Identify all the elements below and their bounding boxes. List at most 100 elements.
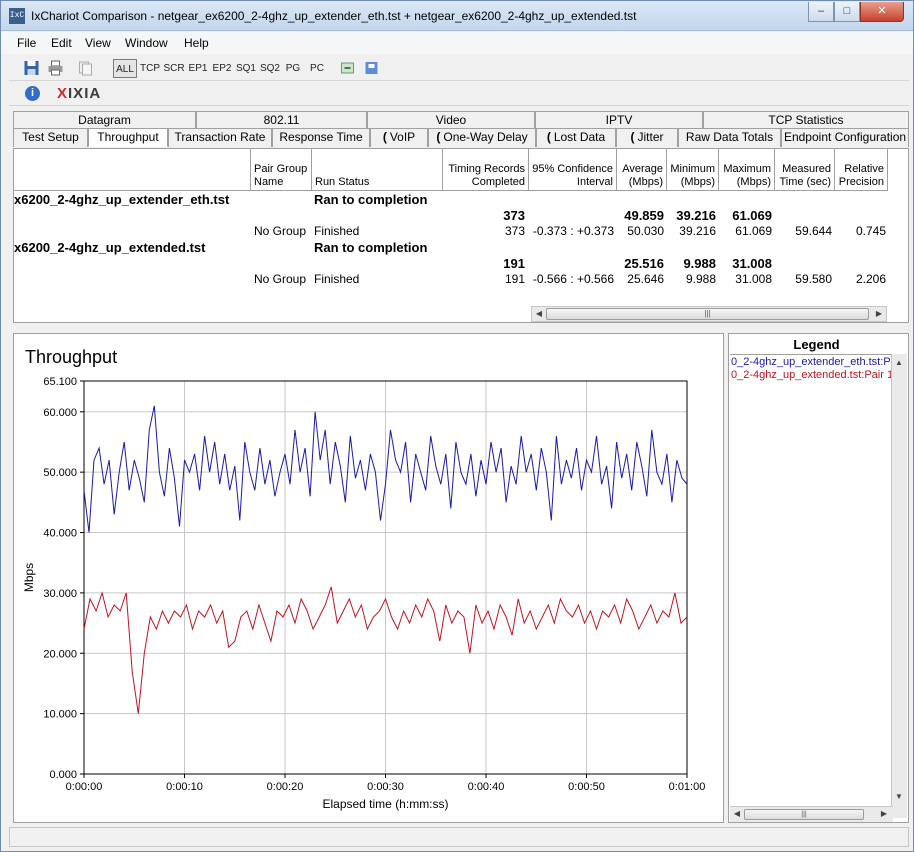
test-file-name[interactable]: x6200_2-4ghz_up_extended.tst xyxy=(14,240,205,255)
legend-entry[interactable]: 0_2-4ghz_up_extender_eth.tst:Pa xyxy=(731,356,893,368)
filter-pg-button[interactable]: PG xyxy=(283,59,303,78)
header-timing-records[interactable]: Timing Records Completed xyxy=(443,149,529,191)
header-test[interactable] xyxy=(14,149,251,191)
tab-lost-data[interactable]: (Lost Data xyxy=(536,128,616,147)
header-average[interactable]: Average (Mbps) xyxy=(617,149,667,191)
throughput-chart: 0.000 10.000 20.000 30.000 40.000 50.000 60.00… xyxy=(22,376,706,811)
filter-sq1-button[interactable]: SQ1 xyxy=(235,59,257,78)
filter-ep2-button[interactable]: EP2 xyxy=(211,59,233,78)
scroll-left-icon[interactable]: ◀ xyxy=(532,307,546,321)
app-window: IxC IxChariot Comparison - netgear_ex620… xyxy=(0,0,914,852)
refresh-icon[interactable] xyxy=(339,60,356,76)
x-tick-label: 0:01:00 xyxy=(669,781,706,793)
legend-vertical-scrollbar[interactable]: ▲ ▼ xyxy=(891,354,907,818)
print-icon[interactable] xyxy=(47,60,64,76)
tab-one-way-delay[interactable]: (One-Way Delay xyxy=(428,128,536,147)
pair-average: 25.646 xyxy=(627,272,664,286)
header-minimum[interactable]: Minimum (Mbps) xyxy=(667,149,719,191)
filter-tcp-button[interactable]: TCP xyxy=(139,59,161,78)
copy-icon[interactable] xyxy=(77,60,94,76)
menu-help[interactable]: Help xyxy=(184,36,209,50)
header-relative-precision[interactable]: Relative Precision xyxy=(835,149,888,191)
minimize-button[interactable]: – xyxy=(808,2,834,22)
tab-strip-top: Datagram 802.11 Video IPTV TCP Statistic… xyxy=(13,111,909,128)
tab-throughput[interactable]: Throughput xyxy=(88,128,168,147)
filter-all-button[interactable]: ALL xyxy=(113,59,137,78)
tab-iptv[interactable]: IPTV xyxy=(535,111,703,128)
pair-maximum: 31.008 xyxy=(735,272,772,286)
brand-toolbar: i XIXIA xyxy=(9,82,909,106)
menu-file[interactable]: File xyxy=(17,36,36,50)
x-tick-label: 0:00:40 xyxy=(468,781,505,793)
jitter-icon: ( xyxy=(630,130,635,144)
pair-minimum: 39.216 xyxy=(679,224,716,238)
header-pair-group[interactable]: Pair Group Name xyxy=(251,149,312,191)
tab-jitter[interactable]: (Jitter xyxy=(616,128,678,147)
x-tick-label: 0:00:20 xyxy=(267,781,304,793)
app-icon: IxC xyxy=(9,8,25,24)
export-icon[interactable] xyxy=(363,60,380,76)
tab-endpoint-configuration[interactable]: Endpoint Configuration xyxy=(781,128,909,147)
filter-pc-button[interactable]: PC xyxy=(307,59,327,78)
header-measured-time[interactable]: Measured Time (sec) xyxy=(775,149,835,191)
tab-802-11[interactable]: 802.11 xyxy=(196,111,367,128)
legend-horizontal-scrollbar[interactable]: ◀ ||| ▶ xyxy=(730,806,893,822)
menu-edit[interactable]: Edit xyxy=(51,36,72,50)
title-bar[interactable]: IxC IxChariot Comparison - netgear_ex620… xyxy=(1,1,913,31)
summary-records: 191 xyxy=(503,256,525,271)
pair-group-name: No Group xyxy=(254,272,307,286)
filter-sq2-button[interactable]: SQ2 xyxy=(259,59,281,78)
scroll-left-icon[interactable]: ◀ xyxy=(730,807,744,821)
tab-datagram[interactable]: Datagram xyxy=(13,111,196,128)
window-title: IxChariot Comparison - netgear_ex6200_2-… xyxy=(31,9,637,23)
y-tick-label: 0.000 xyxy=(49,769,77,781)
summary-average: 25.516 xyxy=(624,256,664,271)
y-tick-label: 10.000 xyxy=(43,709,77,721)
scrollbar-thumb[interactable]: ||| xyxy=(546,308,869,320)
summary-maximum: 31.008 xyxy=(732,256,772,271)
pair-confidence: -0.373 : +0.373 xyxy=(532,224,614,238)
header-confidence[interactable]: 95% Confidence Interval xyxy=(529,149,617,191)
y-tick-label: 40.000 xyxy=(43,528,77,540)
tab-voip[interactable]: (VoIP xyxy=(370,128,428,147)
test-file-name[interactable]: x6200_2-4ghz_up_extender_eth.tst xyxy=(14,192,229,207)
legend-entry[interactable]: 0_2-4ghz_up_extended.tst:Pair 1 xyxy=(731,369,893,381)
grid-header: Pair Group Name Run Status Timing Records… xyxy=(14,149,888,191)
panel-splitter[interactable] xyxy=(13,324,909,331)
test-run-status: Ran to completion xyxy=(314,240,428,255)
maximize-button[interactable]: □ xyxy=(834,2,860,22)
y-tick-label: 30.000 xyxy=(43,588,77,600)
tab-test-setup[interactable]: Test Setup xyxy=(13,128,88,147)
menu-window[interactable]: Window xyxy=(125,36,168,50)
scroll-down-icon[interactable]: ▼ xyxy=(892,790,906,804)
header-maximum[interactable]: Maximum (Mbps) xyxy=(719,149,775,191)
menu-view[interactable]: View xyxy=(85,36,111,50)
grid-horizontal-scrollbar[interactable]: ◀ ||| ▶ xyxy=(531,306,887,322)
info-icon[interactable]: i xyxy=(25,86,40,101)
pair-group-name: No Group xyxy=(254,224,307,238)
scroll-right-icon[interactable]: ▶ xyxy=(877,807,891,821)
scroll-up-icon[interactable]: ▲ xyxy=(892,356,906,370)
y-tick-label: 65.100 xyxy=(43,376,77,388)
scrollbar-thumb[interactable]: ||| xyxy=(744,809,864,820)
close-button[interactable]: ✕ xyxy=(860,2,904,22)
save-icon[interactable] xyxy=(23,60,40,76)
tab-raw-data-totals[interactable]: Raw Data Totals xyxy=(678,128,781,147)
summary-maximum: 61.069 xyxy=(732,208,772,223)
summary-minimum: 9.988 xyxy=(683,256,716,271)
tab-video[interactable]: Video xyxy=(367,111,535,128)
filter-ep1-button[interactable]: EP1 xyxy=(187,59,209,78)
x-tick-label: 0:00:50 xyxy=(568,781,605,793)
header-run-status[interactable]: Run Status xyxy=(312,149,443,191)
toolbar: ALL TCP SCR EP1 EP2 SQ1 SQ2 PG PC xyxy=(9,56,909,81)
status-bar xyxy=(9,827,909,847)
tab-response-time[interactable]: Response Time xyxy=(272,128,370,147)
filter-scr-button[interactable]: SCR xyxy=(163,59,185,78)
pair-records: 191 xyxy=(504,272,525,286)
tab-tcp-statistics[interactable]: TCP Statistics xyxy=(703,111,909,128)
tab-transaction-rate[interactable]: Transaction Rate xyxy=(168,128,272,147)
scroll-right-icon[interactable]: ▶ xyxy=(872,307,886,321)
pair-maximum: 61.069 xyxy=(735,224,772,238)
pair-average: 50.030 xyxy=(627,224,664,238)
legend-title: Legend xyxy=(793,337,840,352)
